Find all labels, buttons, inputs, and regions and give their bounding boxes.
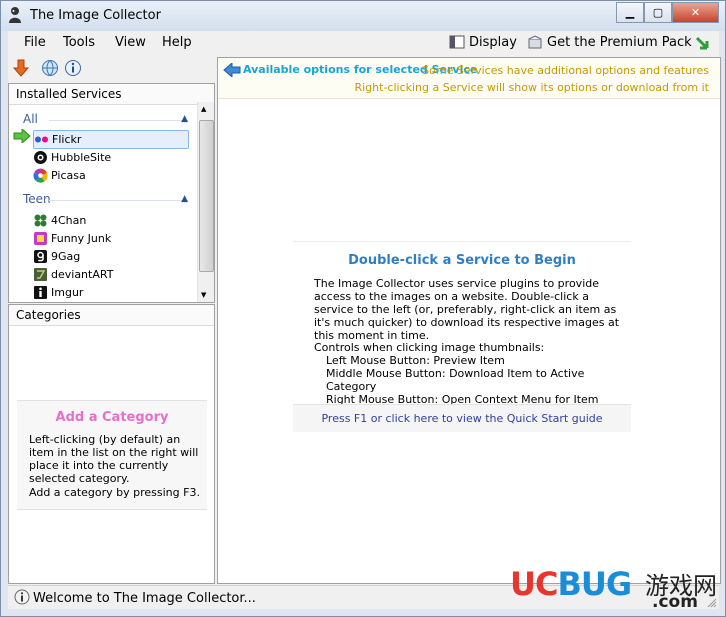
clover-icon bbox=[33, 213, 48, 228]
maximize-icon: ▢ bbox=[652, 6, 664, 19]
service-hubblesite[interactable]: HubbleSite bbox=[33, 149, 111, 166]
controls-help: Controls when clicking image thumbnails:… bbox=[314, 341, 631, 406]
service-flickr[interactable]: Flickr bbox=[33, 130, 189, 149]
welcome-text: The Image Collector uses service plugins… bbox=[314, 277, 620, 342]
status-text: Welcome to The Image Collector... bbox=[33, 591, 256, 606]
app-window: The Image Collector ▁ ▢ ✕ File Tools Vie… bbox=[0, 0, 726, 617]
service-label: Flickr bbox=[52, 133, 82, 146]
service-4chan[interactable]: 4Chan bbox=[33, 212, 86, 229]
scroll-down-icon[interactable]: ▼ bbox=[201, 291, 206, 299]
chevron-up-icon[interactable]: ▲ bbox=[181, 114, 188, 124]
window-title: The Image Collector bbox=[30, 8, 161, 23]
service-picasa[interactable]: Picasa bbox=[33, 167, 86, 184]
minimize-button[interactable]: ▁ bbox=[616, 2, 644, 23]
package-icon bbox=[528, 35, 542, 49]
service-funnyjunk[interactable]: Funny Junk bbox=[33, 230, 111, 247]
display-icon bbox=[449, 35, 465, 49]
service-imgur[interactable]: Imgur bbox=[33, 284, 83, 301]
menu-help[interactable]: Help bbox=[162, 35, 192, 50]
chevron-up-icon[interactable]: ▲ bbox=[181, 194, 188, 204]
watermark-logo: UCBUG 游戏网 .com bbox=[510, 565, 717, 612]
premium-button[interactable]: Get the Premium Pack bbox=[527, 34, 692, 50]
display-button[interactable]: Display bbox=[449, 34, 517, 50]
services-pane: Installed Services All ▲ Flickr HubbleSi… bbox=[8, 83, 215, 303]
welcome-title: Double-click a Service to Begin bbox=[348, 253, 576, 268]
control-left-click: Left Mouse Button: Preview Item bbox=[326, 354, 505, 367]
group-teen-label[interactable]: Teen bbox=[23, 192, 51, 206]
watermark-brand-c: C bbox=[534, 565, 559, 603]
title-bar[interactable]: The Image Collector ▁ ▢ ✕ bbox=[1, 1, 725, 31]
watermark-brand-bug: BUG bbox=[557, 565, 632, 603]
service-label: Picasa bbox=[51, 169, 86, 182]
divider bbox=[293, 241, 631, 242]
refresh-arrow-icon[interactable] bbox=[694, 35, 710, 51]
menu-bar: File Tools View Help Display Get the Pre… bbox=[8, 31, 719, 55]
info-line2: Right-clicking a Service will show its o… bbox=[354, 81, 709, 94]
imgur-icon bbox=[33, 285, 48, 300]
add-category-title: Add a Category bbox=[55, 410, 169, 425]
flickr-icon bbox=[34, 132, 49, 147]
window-controls: ▁ ▢ ✕ bbox=[616, 2, 719, 23]
display-label: Display bbox=[469, 34, 517, 50]
scrollbar-thumb[interactable] bbox=[199, 120, 214, 272]
categories-header: Categories bbox=[9, 305, 214, 326]
service-label: 4Chan bbox=[51, 214, 87, 227]
service-label: Funny Junk bbox=[51, 232, 112, 245]
info-icon[interactable] bbox=[64, 59, 82, 77]
close-icon: ✕ bbox=[690, 6, 701, 19]
info-bar: Available options for selected Service S… bbox=[218, 58, 720, 99]
service-label: HubbleSite bbox=[51, 151, 112, 164]
client-area: File Tools View Help Display Get the Pre… bbox=[8, 31, 721, 609]
service-label: 9Gag bbox=[51, 250, 81, 263]
close-button[interactable]: ✕ bbox=[672, 2, 719, 23]
secondary-toolbar bbox=[8, 57, 213, 79]
content-pane: Available options for selected Service S… bbox=[217, 57, 721, 584]
services-header: Installed Services bbox=[9, 84, 214, 105]
service-deviantart[interactable]: deviantART bbox=[33, 266, 113, 283]
controls-header: Controls when clicking image thumbnails: bbox=[314, 341, 545, 354]
deviantart-icon bbox=[33, 267, 48, 282]
download-arrow-icon[interactable] bbox=[12, 59, 30, 77]
globe-icon[interactable] bbox=[41, 59, 59, 77]
selected-arrow-icon bbox=[13, 129, 31, 143]
group-teen-divider bbox=[49, 200, 188, 201]
menu-file[interactable]: File bbox=[24, 35, 46, 50]
quickstart-link[interactable]: Press F1 or click here to view the Quick… bbox=[293, 404, 631, 432]
service-label: Imgur bbox=[51, 286, 84, 299]
categories-pane: Categories Add a Category Left-clicking … bbox=[8, 304, 215, 584]
service-9gag[interactable]: 9Gag bbox=[33, 248, 80, 265]
funnyjunk-icon bbox=[33, 231, 48, 246]
menu-tools[interactable]: Tools bbox=[63, 35, 95, 50]
watermark-brand: UCBUG bbox=[510, 565, 632, 603]
control-middle-click: Middle Mouse Button: Download Item to Ac… bbox=[326, 367, 585, 393]
service-label: deviantART bbox=[51, 268, 114, 281]
add-category-panel: Add a Category Left-clicking (by default… bbox=[17, 400, 207, 510]
menu-view[interactable]: View bbox=[115, 35, 146, 50]
hubble-icon bbox=[33, 150, 48, 165]
premium-label: Get the Premium Pack bbox=[547, 34, 692, 50]
maximize-button[interactable]: ▢ bbox=[644, 2, 672, 23]
watermark-brand-u: U bbox=[510, 565, 536, 603]
back-arrow-icon[interactable] bbox=[223, 63, 241, 77]
app-logo-icon bbox=[9, 7, 21, 23]
9gag-icon bbox=[33, 249, 48, 264]
add-category-text: Left-clicking (by default) an item in th… bbox=[29, 433, 199, 485]
scroll-up-icon[interactable]: ▲ bbox=[201, 105, 206, 113]
picasa-icon bbox=[33, 168, 48, 183]
info-line1: Some Services have additional options an… bbox=[422, 64, 709, 77]
add-category-hint: Add a category by pressing F3. bbox=[29, 486, 200, 499]
watermark-domain: .com bbox=[652, 592, 698, 612]
welcome-panel: Double-click a Service to Begin The Imag… bbox=[293, 241, 631, 432]
group-all-label[interactable]: All bbox=[23, 112, 38, 126]
minimize-icon: ▁ bbox=[625, 6, 635, 19]
services-scrollbar[interactable]: ▲ ▼ bbox=[197, 102, 214, 302]
info-icon bbox=[14, 589, 30, 605]
group-all-divider bbox=[49, 120, 188, 121]
